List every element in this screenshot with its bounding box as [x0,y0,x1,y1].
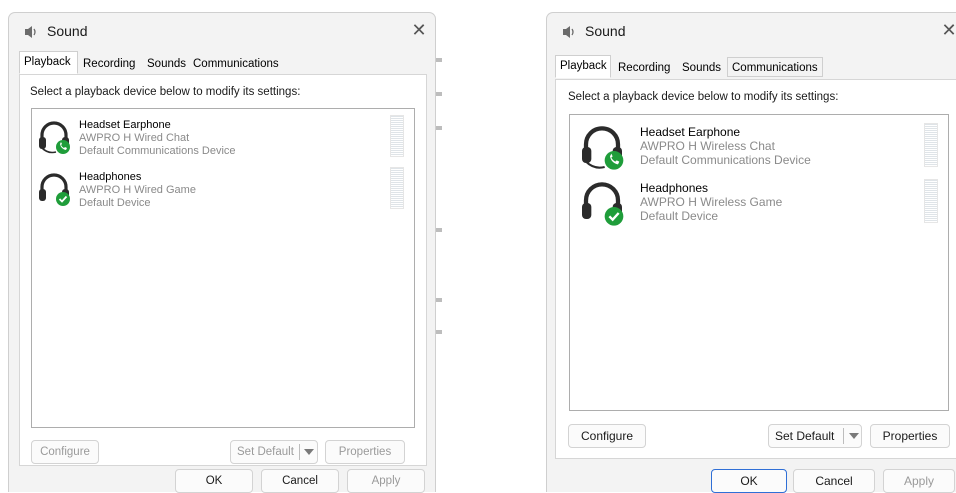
apply-button[interactable]: Apply [883,469,955,493]
background-fragment [436,126,442,130]
device-item-headphones[interactable]: Headphones AWPRO H Wireless Game Default… [570,175,948,231]
set-default-split-button[interactable]: Set Default [230,440,318,464]
device-name: Headphones [79,171,142,183]
instruction-text: Select a playback device below to modify… [568,91,839,103]
device-model: AWPRO H Wireless Chat [640,139,775,153]
device-item-headset-earphone[interactable]: Headset Earphone AWPRO H Wired Chat Defa… [32,115,414,163]
device-status: Default Device [79,197,151,209]
instruction-text: Select a playback device below to modify… [30,86,301,98]
properties-button[interactable]: Properties [870,424,950,448]
headset-icon [582,126,624,170]
title-bar: Sound ✕ [547,13,956,49]
checkmark-icon [56,192,70,206]
close-icon[interactable]: ✕ [407,19,431,41]
playback-panel: Select a playback device below to modify… [19,74,427,466]
window-title: Sound [585,23,626,39]
volume-meter [924,179,938,223]
headphones-icon [39,173,70,206]
background-fragment [436,228,442,232]
volume-meter [924,123,938,167]
split-divider [299,444,300,460]
set-default-label: Set Default [237,446,294,458]
device-list[interactable]: Headset Earphone AWPRO H Wireless Chat D… [569,114,949,411]
cancel-button[interactable]: Cancel [261,469,339,493]
checkmark-icon [604,207,624,226]
device-item-headset-earphone[interactable]: Headset Earphone AWPRO H Wireless Chat D… [570,119,948,175]
playback-panel: Select a playback device below to modify… [555,79,956,459]
set-default-label: Set Default [775,429,835,443]
tab-recording[interactable]: Recording [613,57,675,77]
configure-button[interactable]: Configure [31,440,99,464]
device-name: Headset Earphone [79,119,171,131]
tab-communications[interactable]: Communications [188,53,282,73]
device-status: Default Communications Device [79,145,236,157]
tab-communications[interactable]: Communications [727,57,823,77]
headphones-icon [582,182,624,226]
tab-sounds[interactable]: Sounds [142,53,188,73]
cancel-button[interactable]: Cancel [793,469,875,493]
device-status: Default Device [640,209,719,223]
properties-button[interactable]: Properties [325,440,405,464]
close-icon[interactable]: ✕ [937,19,956,41]
phone-icon [604,151,624,170]
headset-icon [39,121,70,154]
phone-icon [56,140,70,154]
background-fragment [436,58,442,62]
device-status: Default Communications Device [640,153,811,167]
speaker-icon [563,26,574,38]
ok-button[interactable]: OK [175,469,253,493]
set-default-split-button[interactable]: Set Default [768,424,862,448]
sound-dialog-left: Sound ✕ Playback Recording Sounds Commun… [8,12,436,493]
device-item-headphones[interactable]: Headphones AWPRO H Wired Game Default De… [32,167,414,215]
device-model: AWPRO H Wired Game [79,184,196,196]
configure-button[interactable]: Configure [568,424,646,448]
speaker-icon [25,26,36,38]
device-model: AWPRO H Wired Chat [79,132,190,144]
tab-sounds[interactable]: Sounds [677,57,725,77]
background-fragment [436,92,442,96]
ok-button[interactable]: OK [711,469,787,493]
apply-button[interactable]: Apply [347,469,425,493]
tab-playback[interactable]: Playback [555,55,611,78]
tab-recording[interactable]: Recording [78,53,142,73]
device-model: AWPRO H Wireless Game [640,195,783,209]
device-name: Headset Earphone [640,125,741,139]
split-divider [843,428,844,444]
volume-meter [390,167,404,209]
chevron-down-icon[interactable] [304,449,314,455]
window-title: Sound [47,23,88,39]
device-list[interactable]: Headset Earphone AWPRO H Wired Chat Defa… [31,108,415,428]
volume-meter [390,115,404,157]
sound-dialog-right: Sound ✕ Playback Recording Sounds Commun… [546,12,956,493]
device-name: Headphones [640,181,709,195]
background-fragment [436,298,442,302]
tab-playback[interactable]: Playback [19,51,78,74]
title-bar: Sound ✕ [9,13,435,49]
background-fragment [436,330,442,334]
chevron-down-icon[interactable] [849,433,859,439]
